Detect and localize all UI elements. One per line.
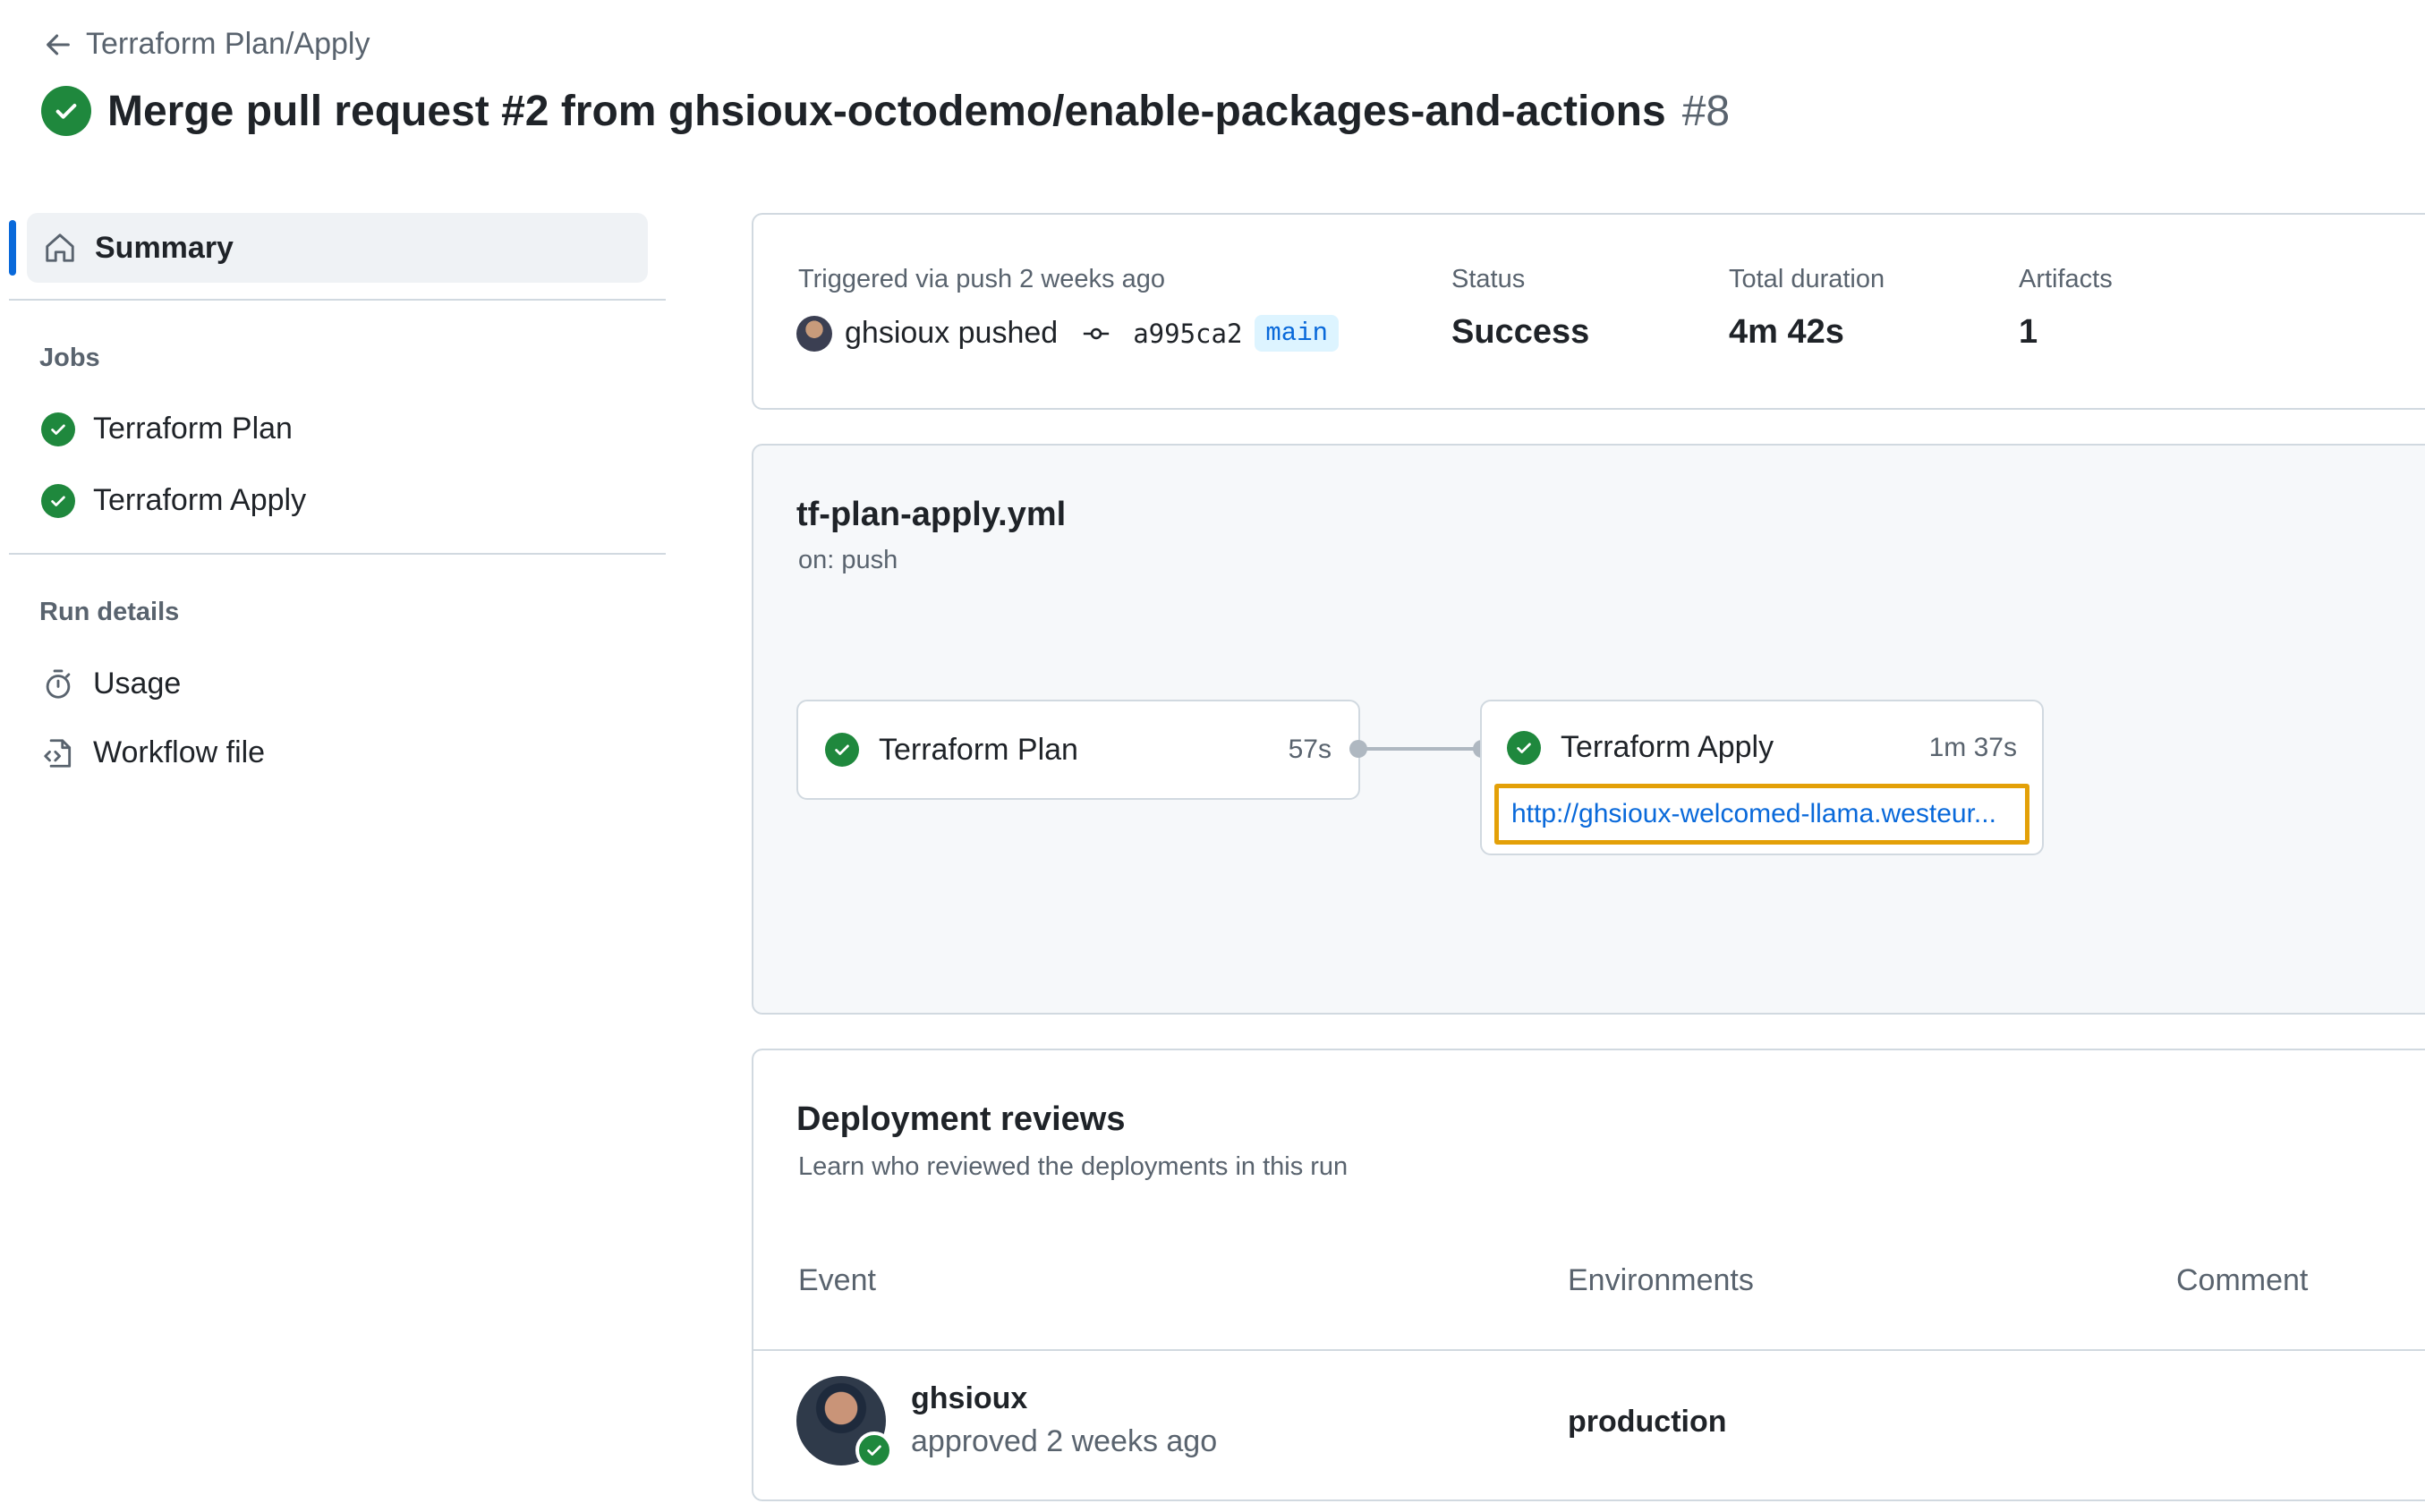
branch-badge[interactable]: main (1255, 315, 1340, 352)
environment-url-link[interactable]: http://ghsioux-welcomed-llama.westeur... (1494, 784, 2029, 845)
avatar[interactable] (796, 315, 832, 352)
actor-name[interactable]: ghsioux pushed (845, 316, 1058, 351)
sidebar-item-usage[interactable]: Usage (41, 667, 181, 701)
duration-label: Total duration (1729, 265, 1885, 293)
workflow-file-name: tf-plan-apply.yml (796, 496, 1067, 533)
review-environment: production (1568, 1405, 1727, 1439)
back-link[interactable]: Terraform Plan/Apply (43, 27, 370, 62)
job-duration: 57s (1288, 735, 1332, 764)
stopwatch-icon (46, 669, 71, 699)
sidebar-item-label: Workflow file (93, 735, 266, 769)
approved-check-icon (855, 1431, 893, 1469)
sidebar-item-summary[interactable]: Summary (27, 213, 648, 283)
run-number: #8 (1681, 87, 1731, 135)
status-value: Success (1451, 313, 1590, 351)
breadcrumb[interactable]: Terraform Plan/Apply (86, 27, 370, 62)
table-divider (753, 1349, 2425, 1351)
success-check-icon (41, 412, 75, 446)
workflow-trigger: on: push (798, 546, 898, 574)
sidebar-divider (9, 553, 666, 555)
git-commit-icon (1084, 327, 1110, 339)
run-summary-card (752, 213, 2425, 410)
reviews-title: Deployment reviews (796, 1100, 1126, 1138)
reviewer-name[interactable]: ghsioux (911, 1381, 1027, 1416)
artifacts-label: Artifacts (2019, 265, 2113, 293)
sidebar-item-label: Terraform Apply (93, 483, 307, 517)
artifacts-count[interactable]: 1 (2019, 313, 2038, 352)
success-check-icon (825, 733, 859, 767)
arrow-left-icon (47, 34, 70, 55)
run-title: Merge pull request #2 from ghsioux-octod… (107, 87, 1666, 135)
home-icon (46, 234, 74, 262)
job-name: Terraform Plan (879, 732, 1078, 767)
sidebar-item-label: Terraform Plan (93, 412, 293, 446)
file-code-icon (44, 738, 72, 768)
duration-value: 4m 42s (1729, 313, 1844, 351)
sidebar-divider (9, 299, 666, 301)
job-connector (1360, 747, 1480, 751)
job-duration: 1m 37s (1928, 732, 2017, 762)
status-label: Status (1451, 265, 1526, 293)
sidebar-item-workflow-file[interactable]: Workflow file (41, 735, 265, 770)
sidebar-item-terraform-plan[interactable]: Terraform Plan (41, 412, 293, 446)
job-name: Terraform Apply (1561, 730, 1774, 764)
sidebar-item-terraform-apply[interactable]: Terraform Apply (41, 483, 306, 518)
commit-sha[interactable]: a995ca2 (1133, 319, 1242, 349)
column-header-event: Event (798, 1263, 876, 1297)
column-header-environments: Environments (1568, 1263, 1754, 1297)
success-check-icon (1507, 730, 1541, 765)
sidebar-item-label: Summary (95, 230, 234, 265)
sidebar-item-label: Usage (93, 667, 182, 701)
column-header-comment: Comment (2176, 1263, 2309, 1297)
page-title: Merge pull request #2 from ghsioux-octod… (41, 86, 1730, 136)
trigger-text: Triggered via push 2 weeks ago (798, 265, 1165, 293)
push-info: ghsioux pushed a995ca2 main (796, 315, 1340, 352)
jobs-heading: Jobs (39, 344, 100, 372)
success-check-icon (41, 86, 91, 136)
review-action: approved 2 weeks ago (911, 1424, 1218, 1458)
run-details-heading: Run details (39, 598, 180, 626)
job-node-terraform-plan[interactable]: Terraform Plan 57s (796, 700, 1360, 800)
reviews-subtitle: Learn who reviewed the deployments in th… (798, 1152, 1349, 1181)
connector-dot (1349, 740, 1367, 758)
active-indicator (9, 220, 16, 276)
success-check-icon (41, 483, 75, 518)
job-node-terraform-apply[interactable]: Terraform Apply 1m 37s http://ghsioux-we… (1480, 700, 2044, 855)
